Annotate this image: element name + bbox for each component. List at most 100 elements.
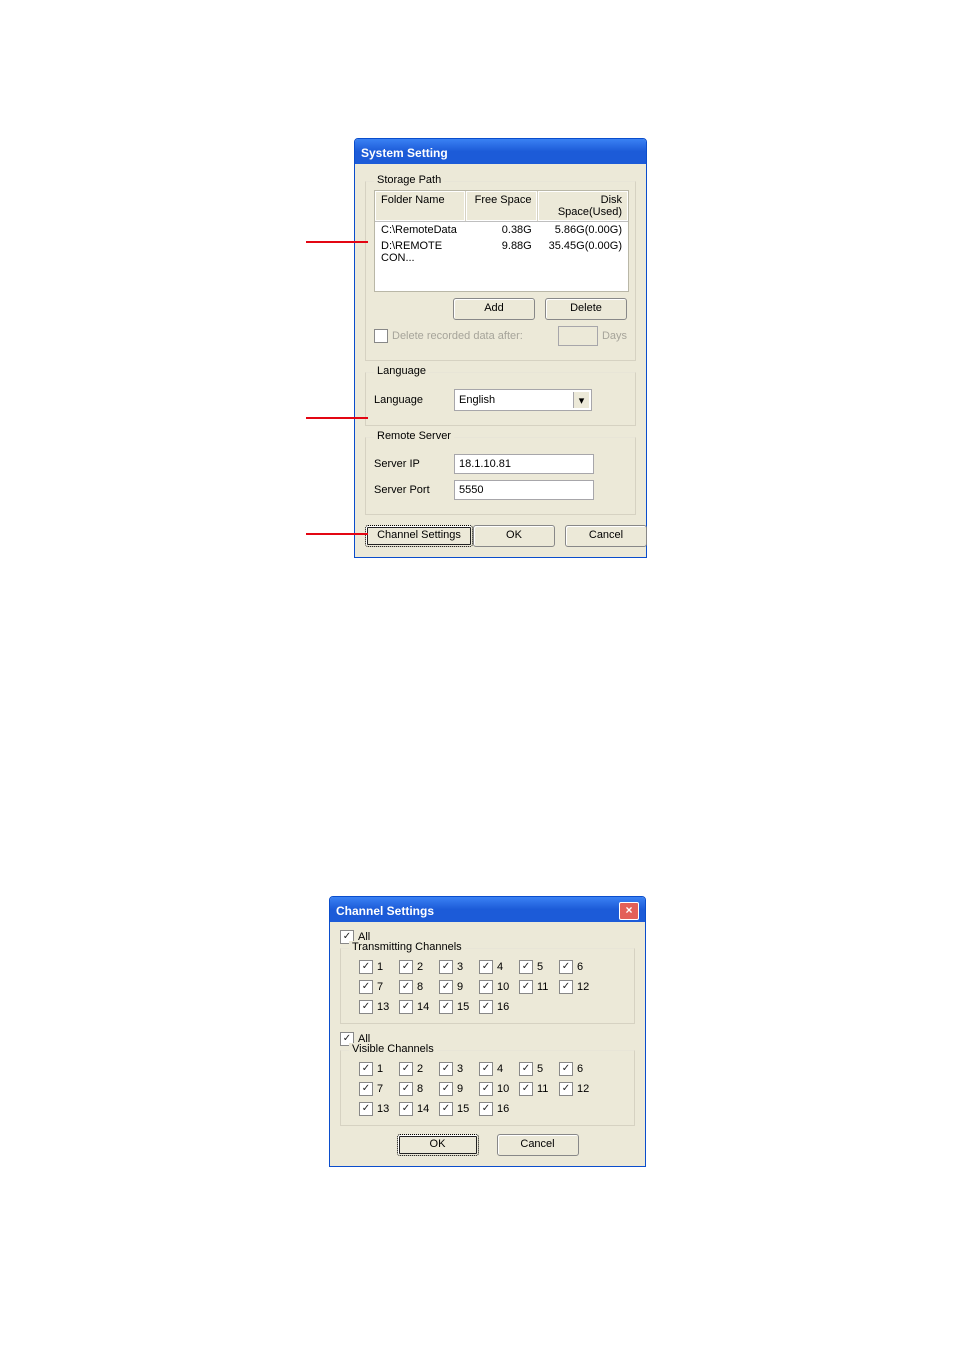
channel-3-checkbox[interactable]: 3 — [439, 960, 479, 974]
table-row[interactable]: D:\REMOTE CON... 9.88G 35.45G(0.00G) — [375, 238, 628, 266]
server-ip-input[interactable] — [454, 454, 594, 474]
channel-label: 11 — [537, 1083, 548, 1095]
checkbox-icon — [479, 1062, 493, 1076]
checkbox-icon — [399, 1000, 413, 1014]
language-select[interactable]: English ▾ — [454, 389, 592, 411]
checkbox-icon — [359, 1082, 373, 1096]
storage-path-table[interactable]: Folder Name Free Space Disk Space(Used) … — [374, 190, 629, 292]
server-ip-label: Server IP — [374, 458, 454, 470]
channel-13-checkbox[interactable]: 13 — [359, 1000, 399, 1014]
channel-12-checkbox[interactable]: 12 — [559, 980, 599, 994]
channel-2-checkbox[interactable]: 2 — [399, 1062, 439, 1076]
channel-label: 5 — [537, 961, 543, 973]
channel-label: 7 — [377, 1083, 383, 1095]
channel-6-checkbox[interactable]: 6 — [559, 960, 599, 974]
channel-14-checkbox[interactable]: 14 — [399, 1102, 439, 1116]
table-row[interactable]: C:\RemoteData 0.38G 5.86G(0.00G) — [375, 222, 628, 238]
ok-button[interactable]: OK — [397, 1134, 479, 1156]
channel-15-checkbox[interactable]: 15 — [439, 1000, 479, 1014]
language-group: Language Language English ▾ — [365, 372, 636, 426]
checkbox-icon — [439, 1062, 453, 1076]
close-icon[interactable]: × — [619, 902, 639, 920]
delete-after-checkbox[interactable] — [374, 329, 388, 343]
channel-4-checkbox[interactable]: 4 — [479, 1062, 519, 1076]
checkbox-icon — [559, 1082, 573, 1096]
checkbox-icon — [479, 1102, 493, 1116]
channel-5-checkbox[interactable]: 5 — [519, 1062, 559, 1076]
channel-3-checkbox[interactable]: 3 — [439, 1062, 479, 1076]
add-button[interactable]: Add — [453, 298, 535, 320]
channel-13-checkbox[interactable]: 13 — [359, 1102, 399, 1116]
channel-10-checkbox[interactable]: 10 — [479, 1082, 519, 1096]
channel-8-checkbox[interactable]: 8 — [399, 1082, 439, 1096]
channel-settings-button[interactable]: Channel Settings — [365, 525, 473, 547]
channel-4-checkbox[interactable]: 4 — [479, 960, 519, 974]
window-title: Channel Settings — [336, 904, 434, 918]
channel-label: 3 — [457, 1063, 463, 1075]
channel-7-checkbox[interactable]: 7 — [359, 1082, 399, 1096]
cell-free: 9.88G — [465, 238, 537, 266]
ok-button[interactable]: OK — [473, 525, 555, 547]
channel-16-checkbox[interactable]: 16 — [479, 1000, 519, 1014]
channel-label: 15 — [457, 1001, 469, 1013]
channel-label: 11 — [537, 981, 548, 993]
channel-label: 13 — [377, 1103, 389, 1115]
channel-label: 12 — [577, 1083, 589, 1095]
checkbox-icon — [479, 1082, 493, 1096]
col-used[interactable]: Disk Space(Used) — [538, 191, 628, 221]
cell-folder: C:\RemoteData — [375, 222, 465, 238]
col-free[interactable]: Free Space — [466, 191, 539, 221]
channel-label: 13 — [377, 1001, 389, 1013]
channel-10-checkbox[interactable]: 10 — [479, 980, 519, 994]
checkbox-icon — [399, 1062, 413, 1076]
checkbox-icon — [519, 960, 533, 974]
channel-7-checkbox[interactable]: 7 — [359, 980, 399, 994]
checkbox-icon — [479, 980, 493, 994]
visible-grid: 12345678910111213141516 — [359, 1059, 624, 1119]
channel-label: 1 — [377, 1063, 383, 1075]
checkbox-icon — [479, 1000, 493, 1014]
system-setting-window: System Setting Storage Path Folder Name … — [354, 138, 647, 558]
channel-6-checkbox[interactable]: 6 — [559, 1062, 599, 1076]
language-value: English — [459, 394, 495, 406]
channel-15-checkbox[interactable]: 15 — [439, 1102, 479, 1116]
checkbox-icon — [519, 1082, 533, 1096]
channel-11-checkbox[interactable]: 11 — [519, 1082, 559, 1096]
channel-8-checkbox[interactable]: 8 — [399, 980, 439, 994]
channel-16-checkbox[interactable]: 16 — [479, 1102, 519, 1116]
days-input[interactable] — [558, 326, 598, 346]
server-port-input[interactable] — [454, 480, 594, 500]
group-legend: Remote Server — [374, 430, 454, 442]
channel-2-checkbox[interactable]: 2 — [399, 960, 439, 974]
channel-12-checkbox[interactable]: 12 — [559, 1082, 599, 1096]
remote-server-group: Remote Server Server IP Server Port — [365, 437, 636, 515]
channel-label: 4 — [497, 1063, 503, 1075]
channel-settings-titlebar[interactable]: Channel Settings × — [330, 897, 645, 922]
cell-used: 35.45G(0.00G) — [538, 238, 628, 266]
channel-9-checkbox[interactable]: 9 — [439, 980, 479, 994]
channel-label: 5 — [537, 1063, 543, 1075]
channel-label: 16 — [497, 1103, 509, 1115]
channel-14-checkbox[interactable]: 14 — [399, 1000, 439, 1014]
channel-1-checkbox[interactable]: 1 — [359, 1062, 399, 1076]
chevron-down-icon: ▾ — [573, 392, 589, 408]
channel-1-checkbox[interactable]: 1 — [359, 960, 399, 974]
channel-11-checkbox[interactable]: 11 — [519, 980, 559, 994]
channel-9-checkbox[interactable]: 9 — [439, 1082, 479, 1096]
channel-label: 8 — [417, 1083, 423, 1095]
channel-label: 3 — [457, 961, 463, 973]
delete-after-label: Delete recorded data after: — [392, 330, 523, 342]
checkbox-icon — [359, 980, 373, 994]
system-setting-titlebar[interactable]: System Setting — [355, 139, 646, 164]
channel-label: 2 — [417, 961, 423, 973]
channel-5-checkbox[interactable]: 5 — [519, 960, 559, 974]
col-folder[interactable]: Folder Name — [375, 191, 466, 221]
cancel-button[interactable]: Cancel — [497, 1134, 579, 1156]
cancel-button[interactable]: Cancel — [565, 525, 647, 547]
delete-button[interactable]: Delete — [545, 298, 627, 320]
channel-label: 10 — [497, 981, 509, 993]
storage-path-group: Storage Path Folder Name Free Space Disk… — [365, 181, 636, 361]
channel-label: 16 — [497, 1001, 509, 1013]
channel-label: 6 — [577, 961, 583, 973]
group-legend: Transmitting Channels — [349, 941, 465, 953]
